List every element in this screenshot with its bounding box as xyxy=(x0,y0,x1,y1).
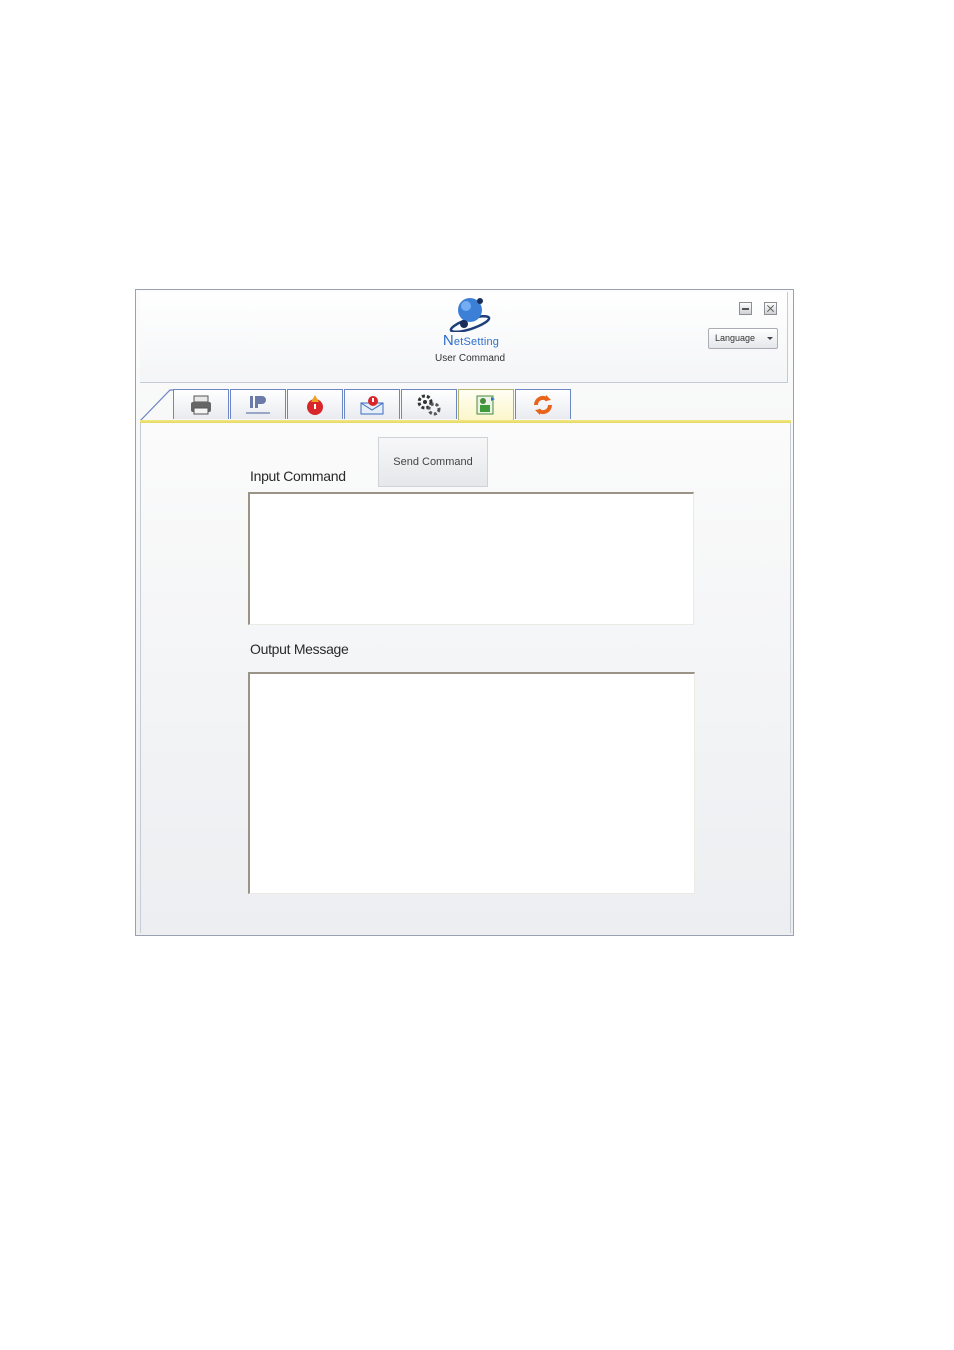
alert-icon xyxy=(307,395,323,415)
output-message-field[interactable] xyxy=(248,672,695,894)
tab-email-alert[interactable] xyxy=(344,389,400,419)
language-dropdown[interactable]: Language xyxy=(708,328,778,349)
tab-settings[interactable] xyxy=(401,389,457,419)
chevron-down-icon xyxy=(767,337,773,340)
tab-printer[interactable] xyxy=(173,389,229,419)
header-panel: NetSetting User Command Language xyxy=(140,292,788,383)
send-command-button[interactable]: Send Command xyxy=(378,437,488,487)
settings-gears-icon xyxy=(417,394,441,416)
ip-network-icon xyxy=(246,396,270,414)
input-command-label: Input Command xyxy=(250,468,346,484)
language-dropdown-label: Language xyxy=(715,333,756,343)
app-name: NetSetting xyxy=(442,332,500,349)
output-message-label: Output Message xyxy=(250,641,349,657)
user-command-panel: Input Command Send Command Output Messag… xyxy=(140,423,791,933)
refresh-icon xyxy=(533,395,553,415)
input-command-field[interactable] xyxy=(248,492,694,625)
netsetting-logo-icon xyxy=(449,298,491,332)
printer-icon xyxy=(191,395,211,415)
tab-ip-network[interactable] xyxy=(230,389,286,419)
minimize-button[interactable] xyxy=(739,302,752,315)
tab-reset[interactable] xyxy=(515,389,571,419)
netsetting-window: NetSetting User Command Language Input C… xyxy=(135,289,794,936)
tab-bar xyxy=(140,386,791,421)
close-button[interactable] xyxy=(764,302,777,315)
page-subtitle: User Command xyxy=(434,353,506,364)
user-command-icon xyxy=(476,395,495,415)
tab-alert[interactable] xyxy=(287,389,343,419)
email-alert-icon xyxy=(360,396,384,415)
tab-user-command[interactable] xyxy=(458,389,514,421)
